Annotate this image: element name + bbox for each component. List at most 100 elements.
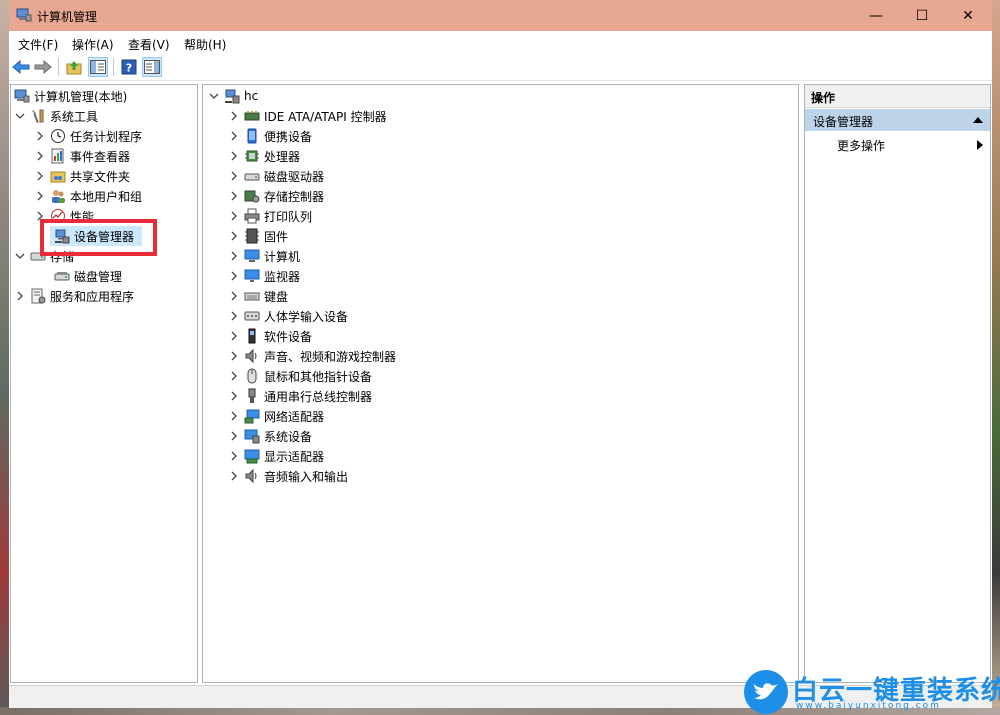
device-category-row[interactable]: 打印队列	[228, 206, 312, 226]
actions-group-device-manager[interactable]: 设备管理器	[805, 109, 990, 131]
maximize-button[interactable]: ☐	[899, 0, 945, 31]
minimize-icon: —	[869, 7, 883, 24]
device-category-label: 磁盘驱动器	[264, 169, 325, 184]
event-viewer-icon	[51, 148, 64, 164]
chevron-right-icon[interactable]	[34, 150, 46, 162]
device-category-row[interactable]: 便携设备	[228, 126, 312, 146]
tree-item-task-scheduler[interactable]: 任务计划程序	[34, 126, 142, 146]
chevron-right-icon[interactable]	[228, 310, 240, 322]
chevron-right-icon[interactable]	[228, 470, 240, 482]
device-category-row[interactable]: 固件	[228, 226, 288, 246]
tree-item-system-tools[interactable]: 系统工具	[14, 106, 98, 126]
chevron-right-icon[interactable]	[228, 130, 240, 142]
device-category-row[interactable]: 声音、视频和游戏控制器	[228, 346, 396, 366]
chevron-down-icon[interactable]	[14, 250, 26, 262]
chevron-right-icon[interactable]	[228, 330, 240, 342]
device-category-row[interactable]: IDE ATA/ATAPI 控制器	[228, 106, 387, 126]
more-actions-item[interactable]: 更多操作	[837, 137, 885, 154]
device-category-label: 显示适配器	[264, 449, 325, 464]
device-category-label: 系统设备	[264, 429, 313, 444]
device-category-row[interactable]: 处理器	[228, 146, 300, 166]
device-category-row[interactable]: 音频输入和输出	[228, 466, 348, 486]
device-category-row[interactable]: 计算机	[228, 246, 300, 266]
chevron-right-icon[interactable]	[34, 130, 46, 142]
device-category-label: 监视器	[264, 269, 301, 284]
device-category-row[interactable]: 磁盘驱动器	[228, 166, 324, 186]
up-level-button[interactable]	[64, 57, 84, 77]
tree-item-disk-management[interactable]: 磁盘管理	[54, 266, 122, 286]
menu-file[interactable]: 文件(F)	[18, 36, 58, 53]
collapse-up-icon[interactable]	[973, 116, 983, 124]
tree-item-services-applications[interactable]: 服务和应用程序	[14, 286, 134, 306]
chevron-right-icon[interactable]	[14, 290, 26, 302]
device-category-label: 固件	[264, 229, 289, 244]
tree-item-local-users-groups[interactable]: 本地用户和组	[34, 186, 142, 206]
chevron-right-icon[interactable]	[228, 430, 240, 442]
disk-management-icon	[54, 272, 70, 281]
show-hide-tree-button[interactable]	[88, 57, 108, 77]
close-button[interactable]: ✕	[945, 0, 991, 31]
chevron-right-icon[interactable]	[228, 230, 240, 242]
chevron-down-icon[interactable]	[208, 90, 220, 102]
show-hide-action-pane-button[interactable]	[142, 57, 162, 77]
computer-management-icon	[16, 8, 32, 22]
device-category-row[interactable]: 系统设备	[228, 426, 312, 446]
chevron-right-icon[interactable]	[228, 290, 240, 302]
chevron-right-icon[interactable]	[228, 150, 240, 162]
tree-item-label: 计算机管理(本地)	[34, 89, 128, 104]
printer-icon	[244, 208, 260, 224]
chevron-right-icon[interactable]	[228, 110, 240, 122]
chevron-right-icon[interactable]	[228, 450, 240, 462]
device-tree-pane[interactable]: hc IDE ATA/ATAPI 控制器 便携设备 处理器磁盘驱动器存储控制器 打印队…	[202, 84, 799, 683]
device-category-row[interactable]: 软件设备	[228, 326, 312, 346]
chevron-right-icon[interactable]	[228, 410, 240, 422]
forward-arrow-icon	[34, 60, 52, 74]
chevron-right-icon[interactable]	[228, 170, 240, 182]
console-tree-pane[interactable]: 计算机管理(本地) 系统工具 任务计划程序 事件查看器 共享文件夹 本地用户和组	[10, 84, 198, 683]
device-category-row[interactable]: 鼠标和其他指针设备	[228, 366, 372, 386]
help-button[interactable]: ?	[119, 57, 139, 77]
chevron-right-icon[interactable]	[228, 250, 240, 262]
menu-view[interactable]: 查看(V)	[128, 36, 170, 53]
tree-item-label: 共享文件夹	[70, 169, 131, 184]
minimize-button[interactable]: —	[853, 0, 899, 31]
back-button[interactable]	[11, 57, 31, 77]
chevron-right-icon[interactable]	[34, 190, 46, 202]
actions-header: 操作	[805, 85, 990, 108]
device-category-label: 鼠标和其他指针设备	[264, 369, 373, 384]
software-device-icon	[248, 328, 256, 344]
device-tree-root[interactable]: hc	[208, 86, 258, 106]
chevron-right-icon[interactable]	[228, 210, 240, 222]
chevron-right-icon[interactable]	[228, 370, 240, 382]
keyboard-icon	[244, 292, 260, 301]
device-category-row[interactable]: 网络适配器	[228, 406, 324, 426]
tree-item-computer-management[interactable]: 计算机管理(本地)	[14, 86, 127, 106]
chevron-right-icon[interactable]	[228, 350, 240, 362]
title-bar[interactable]: 计算机管理 — ☐ ✕	[9, 0, 992, 31]
actions-header-label: 操作	[811, 91, 836, 105]
device-category-row[interactable]: 键盘	[228, 286, 288, 306]
back-arrow-icon	[12, 60, 30, 74]
chevron-right-icon[interactable]	[34, 170, 46, 182]
svg-text:?: ?	[126, 62, 132, 75]
device-category-row[interactable]: 存储控制器	[228, 186, 324, 206]
device-category-row[interactable]: 显示适配器	[228, 446, 324, 466]
device-category-row[interactable]: 监视器	[228, 266, 300, 286]
device-category-row[interactable]: 通用串行总线控制器	[228, 386, 372, 406]
action-pane-icon	[144, 60, 160, 74]
computer-icon	[244, 249, 260, 262]
help-icon: ?	[121, 59, 137, 75]
chevron-right-icon[interactable]	[228, 190, 240, 202]
chevron-right-icon[interactable]	[228, 270, 240, 282]
toolbar: ?	[9, 54, 992, 81]
tree-item-event-viewer[interactable]: 事件查看器	[34, 146, 130, 166]
firmware-icon	[245, 228, 259, 244]
forward-button[interactable]	[33, 57, 53, 77]
device-category-row[interactable]: 人体学输入设备	[228, 306, 348, 326]
menu-action[interactable]: 操作(A)	[72, 36, 114, 53]
watermark-logo: 白云一键重装系统 www.baiyunxitong.com	[744, 668, 1000, 714]
tree-item-shared-folders[interactable]: 共享文件夹	[34, 166, 130, 186]
menu-help[interactable]: 帮助(H)	[184, 36, 226, 53]
chevron-right-icon[interactable]	[228, 390, 240, 402]
chevron-down-icon[interactable]	[14, 110, 26, 122]
